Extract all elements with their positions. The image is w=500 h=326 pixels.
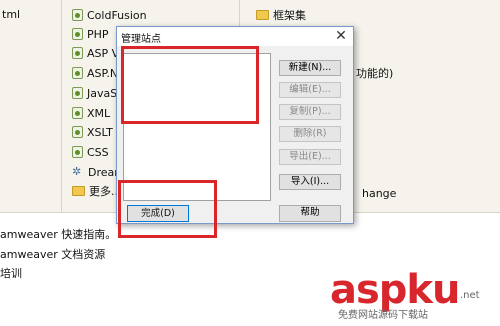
dreamweaver-icon: ✲ <box>72 165 82 178</box>
list-item-xml[interactable]: XML <box>72 106 110 120</box>
right-text-fragment: hange <box>362 187 397 200</box>
list-item-coldfusion[interactable]: ColdFusion <box>72 8 147 22</box>
list-item-label: ASP V <box>87 46 120 60</box>
file-icon <box>72 28 83 40</box>
list-item-php[interactable]: PHP <box>72 27 109 41</box>
dialog-title: 管理站点 <box>121 34 161 45</box>
file-icon <box>72 9 83 21</box>
list-item-label: 框架集 <box>273 9 306 22</box>
file-icon <box>72 126 83 138</box>
folder-icon <box>72 186 85 196</box>
dialog-titlebar[interactable]: 管理站点 ✕ <box>117 27 353 46</box>
left-panel <box>0 0 62 212</box>
watermark-net: .net <box>460 290 480 301</box>
doc-resources-link[interactable]: amweaver 文档资源 <box>0 248 105 261</box>
list-item-javascript[interactable]: JavaS <box>72 86 117 100</box>
new-site-button[interactable]: 新建(N)... <box>279 60 341 76</box>
list-item-label: CSS <box>87 145 109 159</box>
quick-guide-link[interactable]: amweaver 快速指南。 <box>0 228 116 241</box>
edit-site-button[interactable]: 编辑(E)... <box>279 82 341 98</box>
file-icon <box>72 146 83 158</box>
site-list-highlight <box>121 46 259 124</box>
list-item-more[interactable]: 更多... <box>72 184 122 198</box>
delete-site-button[interactable]: 删除(R) <box>279 126 341 142</box>
file-icon <box>72 47 83 59</box>
file-icon <box>72 107 83 119</box>
right-text-fragment: 功能的) <box>356 67 394 80</box>
left-col-text: tml <box>2 8 21 21</box>
list-item-asp-vb[interactable]: ASP V <box>72 46 119 60</box>
done-button-highlight <box>118 180 217 238</box>
close-icon[interactable]: ✕ <box>333 28 349 44</box>
export-site-button[interactable]: 导出(E)... <box>279 149 341 165</box>
import-site-button[interactable]: 导入(I)... <box>279 174 341 190</box>
list-item-label: ColdFusion <box>87 8 147 22</box>
help-button[interactable]: 帮助 <box>279 205 341 222</box>
training-link[interactable]: 培训 <box>0 267 22 280</box>
file-icon <box>72 87 83 99</box>
list-item-label: PHP <box>87 27 109 41</box>
file-icon <box>72 67 83 79</box>
list-item-xslt[interactable]: XSLT <box>72 125 113 139</box>
watermark-tagline: 免费网站源码下载站 <box>338 310 428 321</box>
folder-icon <box>256 10 269 20</box>
list-item-label: ASP.N <box>87 66 119 80</box>
list-item-label: JavaS <box>87 86 118 100</box>
copy-site-button[interactable]: 复制(P)... <box>279 104 341 120</box>
list-item-css[interactable]: CSS <box>72 145 109 159</box>
list-item-label: XSLT <box>87 125 113 139</box>
list-item-label: XML <box>87 106 111 120</box>
list-item-asp-net[interactable]: ASP.N <box>72 66 118 80</box>
list-item-frameset[interactable]: 框架集 <box>256 8 306 22</box>
